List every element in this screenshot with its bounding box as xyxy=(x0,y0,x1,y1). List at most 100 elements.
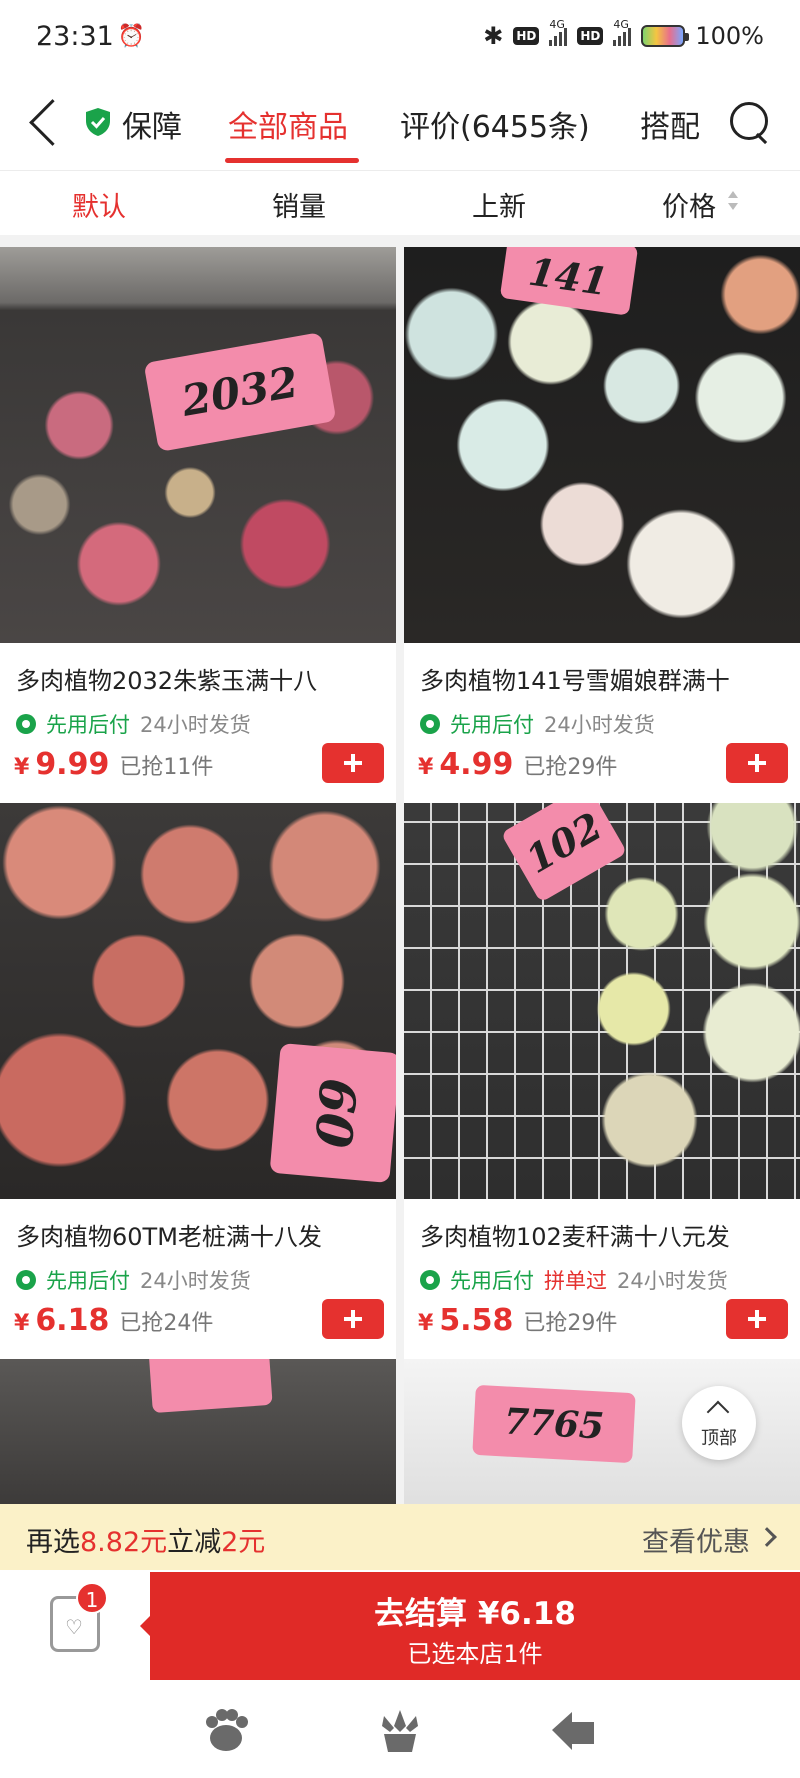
price-row: ¥ 6.18 已抢24件 xyxy=(14,1303,213,1338)
price-row: ¥ 4.99 已抢29件 xyxy=(418,747,617,782)
product-title[interactable]: 多肉植物102麦秆满十八元发 xyxy=(420,1217,790,1252)
sort-new[interactable]: 上新 xyxy=(472,185,526,224)
bottom-icon-bar xyxy=(0,1682,800,1778)
product-price: 9.99 xyxy=(35,747,110,782)
shop-page: 23:31 ⏰ ✱ HD 4G HD 4G 100% 保障 全部商品 评价(64… xyxy=(0,0,800,1778)
shipping-tag: 24小时发货 xyxy=(617,1269,728,1293)
currency-symbol: ¥ xyxy=(14,1311,30,1336)
product-card[interactable]: 102 多肉植物102麦秆满十八元发 先用后付 拼单过 24小时发货 ¥ 5.5… xyxy=(404,803,800,1359)
plant-number-tag xyxy=(147,1359,273,1414)
promo-mid: 立减 xyxy=(167,1527,222,1558)
product-tags: 先用后付 24小时发货 xyxy=(420,709,655,739)
cart-count-badge: 1 xyxy=(76,1582,108,1614)
promo-pre: 再选 xyxy=(26,1527,80,1558)
back-to-top-button[interactable]: 顶部 xyxy=(682,1386,756,1460)
add-to-cart-button[interactable] xyxy=(322,1299,384,1339)
pay-later-tag: 先用后付 xyxy=(46,1269,130,1293)
checkout-sublabel: 已选本店1件 xyxy=(407,1640,543,1668)
view-offers-link[interactable]: 查看优惠 xyxy=(642,1520,750,1559)
product-card[interactable]: 60 多肉植物60TM老桩满十八发 先用后付 24小时发货 ¥ 6.18 已抢2… xyxy=(0,803,396,1359)
hd-badge-2: HD xyxy=(577,27,604,45)
sort-default[interactable]: 默认 xyxy=(72,185,126,224)
product-price: 6.18 xyxy=(35,1303,110,1338)
sold-count: 已抢24件 xyxy=(119,1311,214,1336)
pay-later-icon xyxy=(420,1270,440,1290)
product-price: 5.58 xyxy=(439,1303,514,1338)
plant-number-tag: 2032 xyxy=(143,332,337,452)
promo-bar[interactable]: 再选8.82元立减2元 查看优惠 xyxy=(0,1504,800,1570)
sold-count: 已抢11件 xyxy=(119,755,214,780)
pay-later-tag: 先用后付 xyxy=(450,1269,534,1293)
price-row: ¥ 9.99 已抢11件 xyxy=(14,747,213,782)
battery-level: 100% xyxy=(695,22,764,50)
pay-later-tag: 先用后付 xyxy=(46,713,130,737)
plant-number-tag: 102 xyxy=(500,803,628,903)
shipping-tag: 24小时发货 xyxy=(140,1269,251,1293)
shipping-tag: 24小时发货 xyxy=(140,713,251,737)
product-image[interactable]: 141 xyxy=(404,247,800,643)
product-card[interactable] xyxy=(0,1359,396,1509)
share-arrow-icon[interactable] xyxy=(548,1704,600,1756)
signal-icon: 4G xyxy=(549,18,568,46)
back-icon[interactable] xyxy=(26,100,66,150)
tab-all-products[interactable]: 全部商品 xyxy=(228,102,348,146)
time-text: 23:31 xyxy=(36,20,114,52)
checkout-label: 去结算 ¥6.18 xyxy=(374,1596,576,1632)
chevron-right-icon xyxy=(757,1527,777,1547)
add-to-cart-button[interactable] xyxy=(322,743,384,783)
checkout-bar: ♡ 1 去结算 ¥6.18 已选本店1件 xyxy=(0,1570,800,1682)
sold-count: 已抢29件 xyxy=(523,1311,618,1336)
add-to-cart-button[interactable] xyxy=(726,1299,788,1339)
product-tags: 先用后付 拼单过 24小时发货 xyxy=(420,1265,728,1295)
currency-symbol: ¥ xyxy=(14,755,30,780)
shield-check-icon xyxy=(86,108,110,136)
guarantee-link[interactable]: 保障 xyxy=(122,102,182,146)
group-buy-tag: 拼单过 xyxy=(544,1269,607,1293)
add-to-cart-button[interactable] xyxy=(726,743,788,783)
heart-icon: ♡ xyxy=(65,1615,83,1639)
pay-later-tag: 先用后付 xyxy=(450,713,534,737)
product-title[interactable]: 多肉植物141号雪媚娘群满十 xyxy=(420,661,790,696)
tab-match[interactable]: 搭配 xyxy=(640,102,700,146)
tab-reviews[interactable]: 评价(6455条) xyxy=(400,102,590,146)
price-row: ¥ 5.58 已抢29件 xyxy=(418,1303,617,1338)
product-image[interactable]: 60 xyxy=(0,803,396,1199)
promo-discount: 2元 xyxy=(221,1527,266,1558)
sort-arrows-icon[interactable] xyxy=(728,191,738,213)
status-bar: 23:31 ⏰ ✱ HD 4G HD 4G 100% xyxy=(0,0,800,72)
product-card[interactable]: 2032 多肉植物2032朱紫玉满十八 先用后付 24小时发货 ¥ 9.99 已… xyxy=(0,247,396,803)
succulent-icon[interactable] xyxy=(374,1704,426,1756)
product-image[interactable]: 102 xyxy=(404,803,800,1199)
arrow-up-icon xyxy=(706,1400,730,1424)
currency-symbol: ¥ xyxy=(418,755,434,780)
product-image[interactable] xyxy=(0,1359,396,1509)
pay-later-icon xyxy=(16,1270,36,1290)
hd-badge: HD xyxy=(513,27,540,45)
plant-number-tag: 60 xyxy=(269,1043,396,1183)
paw-icon[interactable] xyxy=(200,1704,252,1756)
active-tab-indicator xyxy=(225,158,359,163)
promo-text: 再选8.82元立减2元 xyxy=(26,1520,265,1559)
plant-number-tag: 7765 xyxy=(472,1384,636,1464)
checkout-button[interactable]: 去结算 ¥6.18 已选本店1件 xyxy=(140,1572,800,1680)
product-card[interactable]: 141 多肉植物141号雪媚娘群满十 先用后付 24小时发货 ¥ 4.99 已抢… xyxy=(404,247,800,803)
clock: 23:31 ⏰ xyxy=(36,21,145,52)
promo-amount: 8.82元 xyxy=(80,1527,168,1558)
signal-icon-2: 4G xyxy=(613,18,632,46)
pay-later-icon xyxy=(16,714,36,734)
product-title[interactable]: 多肉植物2032朱紫玉满十八 xyxy=(16,661,386,696)
product-title[interactable]: 多肉植物60TM老桩满十八发 xyxy=(16,1217,386,1252)
bluetooth-icon: ✱ xyxy=(483,22,504,50)
search-icon[interactable] xyxy=(730,102,770,144)
product-price: 4.99 xyxy=(439,747,514,782)
battery-icon xyxy=(641,25,690,47)
product-grid: 2032 多肉植物2032朱紫玉满十八 先用后付 24小时发货 ¥ 9.99 已… xyxy=(0,235,800,1525)
product-image[interactable]: 2032 xyxy=(0,247,396,643)
plant-number-tag: 141 xyxy=(499,247,639,316)
sort-price[interactable]: 价格 xyxy=(662,185,716,224)
product-tags: 先用后付 24小时发货 xyxy=(16,709,251,739)
shipping-tag: 24小时发货 xyxy=(544,713,655,737)
shop-nav: 保障 全部商品 评价(6455条) 搭配 xyxy=(0,72,800,170)
sold-count: 已抢29件 xyxy=(523,755,618,780)
sort-sales[interactable]: 销量 xyxy=(272,185,326,224)
